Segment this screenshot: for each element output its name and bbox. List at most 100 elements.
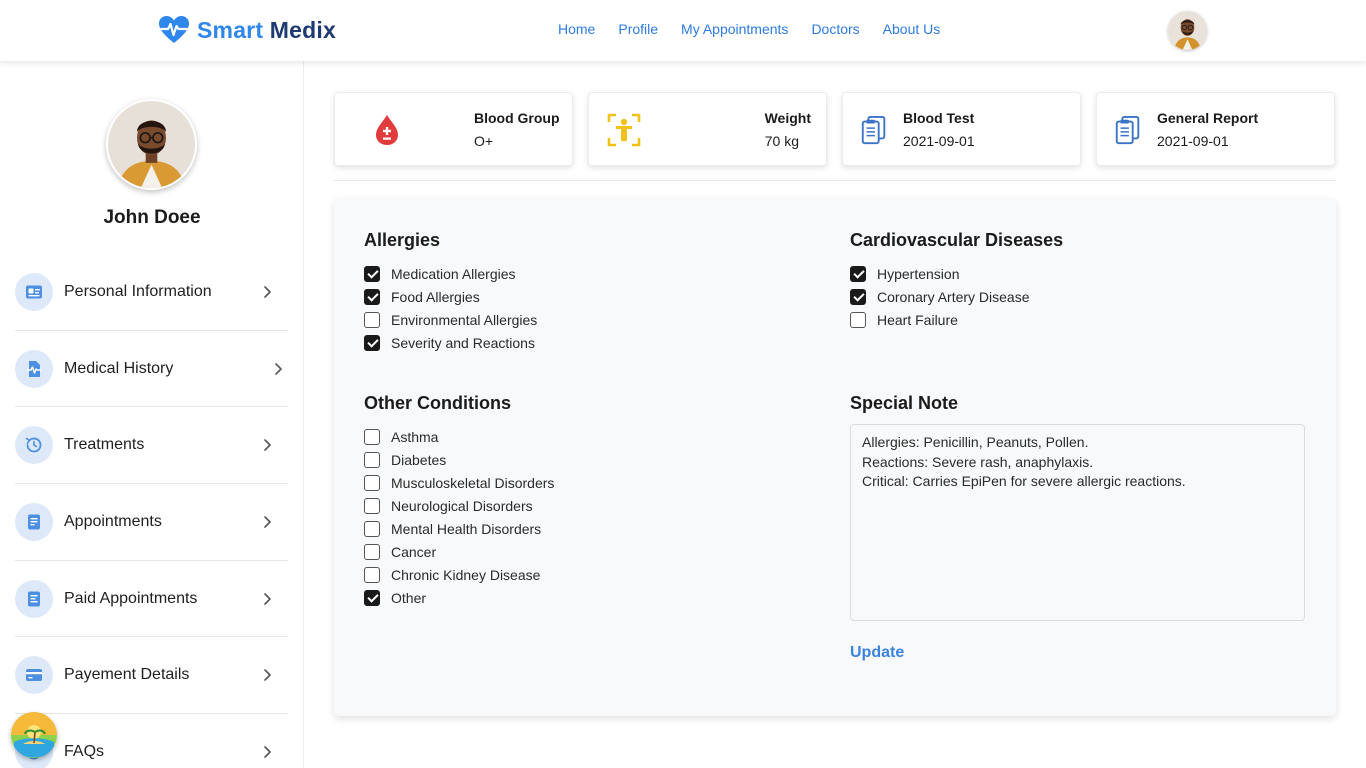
checkbox-label: Environmental Allergies — [391, 312, 538, 329]
allergies-title: Allergies — [364, 230, 441, 250]
sidebar-item-medical-history[interactable]: Medical History — [15, 331, 288, 408]
stat-title: General Report — [1157, 110, 1259, 126]
clipboard-icon — [1115, 115, 1140, 145]
other-conditions-title: Other Conditions — [364, 393, 511, 413]
chevron-right-icon — [264, 516, 271, 528]
stat-value: 2021-09-01 — [903, 133, 975, 149]
checkbox-unchecked[interactable] — [364, 498, 380, 515]
other-conditions-list: Asthma Diabetes Musculoskeletal Disorders N… — [364, 426, 554, 609]
nav-home[interactable]: Home — [558, 21, 595, 37]
section-divider — [334, 180, 1336, 181]
id-card-icon — [15, 272, 53, 311]
medical-file-icon — [15, 349, 53, 388]
checkbox-row[interactable]: Heart Failure — [850, 309, 1030, 332]
checkbox-row[interactable]: Severity and Reactions — [364, 332, 537, 355]
brand-name-part1: Smart — [197, 16, 264, 43]
checkbox-row[interactable]: Coronary Artery Disease — [850, 286, 1030, 309]
sidebar: John Doee Personal Information Medical H… — [0, 61, 304, 768]
stat-card-blood-group: Blood Group O+ — [334, 92, 573, 166]
nav-my-appointments[interactable]: My Appointments — [681, 21, 788, 37]
nav-doctors[interactable]: Doctors — [811, 21, 859, 37]
checkbox-checked[interactable] — [364, 266, 380, 283]
medical-history-panel: Allergies Medication Allergies Food Aller… — [334, 198, 1336, 716]
sidebar-item-label: Personal Information — [64, 282, 212, 300]
checkbox-checked[interactable] — [850, 266, 866, 283]
cardiovascular-title: Cardiovascular Diseases — [850, 230, 1064, 250]
brand-logo[interactable]: Smart Medix — [158, 14, 336, 46]
special-note-title: Special Note — [850, 393, 959, 413]
heart-pulse-icon — [159, 16, 189, 43]
checkbox-unchecked[interactable] — [364, 543, 380, 560]
receipt-icon — [15, 579, 53, 618]
checkbox-label: Chronic Kidney Disease — [391, 566, 541, 583]
checkbox-row[interactable]: Asthma — [364, 426, 554, 449]
sidebar-item-payement-details[interactable]: Payement Details — [15, 637, 288, 715]
brand-name-part2: Medix — [269, 16, 336, 43]
checkbox-unchecked[interactable] — [364, 452, 380, 469]
user-avatar[interactable] — [1168, 11, 1207, 50]
checkbox-row[interactable]: Food Allergies — [364, 286, 537, 309]
checkbox-label: Coronary Artery Disease — [877, 289, 1030, 306]
checkbox-unchecked[interactable] — [850, 312, 866, 329]
credit-card-icon — [15, 656, 53, 695]
chevron-right-icon — [264, 746, 271, 759]
checkbox-row[interactable]: Neurological Disorders — [364, 495, 554, 518]
checkbox-row[interactable]: Environmental Allergies — [364, 309, 537, 332]
chevron-right-icon — [264, 669, 271, 682]
checkbox-checked[interactable] — [364, 589, 380, 606]
checkbox-checked[interactable] — [364, 289, 380, 306]
checkbox-label: Asthma — [391, 429, 439, 446]
stat-value: 2021-09-01 — [1157, 133, 1229, 149]
stat-card-weight: Weight 70 kg — [588, 92, 827, 166]
checkbox-row[interactable]: Chronic Kidney Disease — [364, 563, 554, 586]
checkbox-label: Neurological Disorders — [391, 498, 533, 515]
checkbox-label: Diabetes — [391, 452, 447, 469]
cardiovascular-list: Hypertension Coronary Artery Disease Heart… — [850, 263, 1030, 332]
weight-scale-icon — [607, 113, 641, 147]
stat-title: Blood Test — [903, 110, 975, 126]
nav-profile[interactable]: Profile — [618, 21, 658, 37]
checkbox-label: Food Allergies — [391, 289, 480, 306]
allergies-list: Medication Allergies Food Allergies Enviro… — [364, 263, 537, 355]
stat-title: Blood Group — [474, 110, 560, 126]
checkbox-row[interactable]: Medication Allergies — [364, 263, 537, 286]
checkbox-unchecked[interactable] — [364, 521, 380, 537]
sidebar-item-treatments[interactable]: Treatments — [15, 407, 288, 485]
chevron-right-icon — [264, 286, 271, 298]
sidebar-item-label: Treatments — [64, 436, 145, 454]
stat-card-blood-test: Blood Test 2021-09-01 — [842, 92, 1081, 166]
checkbox-row[interactable]: Other — [364, 586, 554, 609]
checkbox-label: Musculoskeletal Disorders — [391, 475, 555, 492]
checkbox-unchecked[interactable] — [364, 566, 380, 583]
island-icon — [11, 712, 57, 758]
profile-avatar — [106, 99, 197, 190]
checkbox-row[interactable]: Diabetes — [364, 449, 554, 472]
floating-app-badge[interactable] — [11, 712, 57, 758]
checkbox-checked[interactable] — [364, 335, 380, 352]
nav-about-us[interactable]: About Us — [883, 21, 941, 37]
checkbox-label: Heart Failure — [877, 312, 958, 329]
main-nav: Home Profile My Appointments Doctors Abo… — [558, 21, 940, 37]
special-note-textarea[interactable] — [850, 424, 1305, 621]
checkbox-row[interactable]: Mental Health Disorders — [364, 518, 554, 541]
checkbox-checked[interactable] — [850, 289, 866, 306]
checkbox-label: Cancer — [391, 543, 437, 560]
checkbox-row[interactable]: Hypertension — [850, 263, 1030, 286]
chevron-right-icon — [264, 592, 271, 605]
checkbox-row[interactable]: Cancer — [364, 540, 554, 563]
update-button[interactable]: Update — [850, 644, 904, 662]
checkbox-unchecked[interactable] — [364, 312, 380, 329]
top-navbar: Smart Medix Home Profile My Appointments… — [0, 0, 1366, 61]
checkbox-unchecked[interactable] — [364, 475, 380, 492]
chevron-right-icon — [264, 439, 271, 452]
checkbox-unchecked[interactable] — [364, 429, 380, 446]
checkbox-label: Hypertension — [877, 266, 960, 283]
checkbox-label: Severity and Reactions — [391, 335, 535, 352]
stat-card-general-report: General Report 2021-09-01 — [1096, 92, 1335, 166]
sidebar-item-paid-appointments[interactable]: Paid Appointments — [15, 561, 288, 638]
stat-value: O+ — [474, 133, 494, 149]
sidebar-item-appointments[interactable]: Appointments — [15, 484, 288, 561]
sidebar-item-label: Payement Details — [64, 666, 190, 684]
checkbox-row[interactable]: Musculoskeletal Disorders — [364, 472, 554, 495]
sidebar-item-personal-information[interactable]: Personal Information — [15, 254, 288, 331]
